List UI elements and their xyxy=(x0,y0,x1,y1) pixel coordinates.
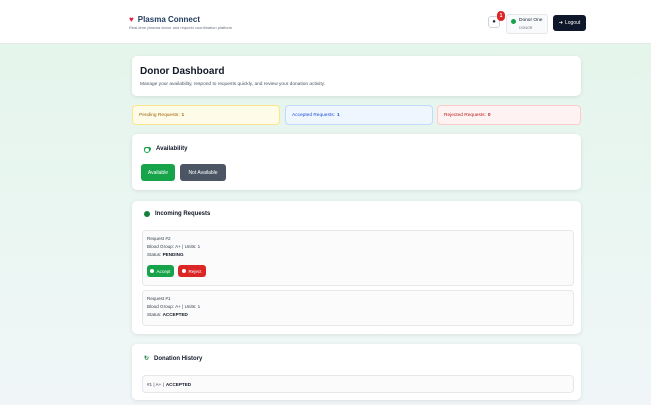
user-profile-chip[interactable]: Donor One DONOR xyxy=(506,14,548,34)
inbox-icon xyxy=(144,211,150,217)
pending-value: 1 xyxy=(181,112,185,118)
availability-heading: Availability xyxy=(156,146,188,152)
dashboard-header-card: Donor Dashboard Manage your availability… xyxy=(132,56,581,96)
accepted-value: 1 xyxy=(336,112,340,118)
bell-icon: ● xyxy=(492,19,496,25)
brand-title: ♥ Plasma Connect xyxy=(129,15,232,24)
available-button[interactable]: Available xyxy=(141,164,175,181)
availability-card: Availability Available Not Available xyxy=(132,134,581,190)
toggle-icon xyxy=(144,147,151,153)
top-navbar: ♥ Plasma Connect Real-time plasma donor … xyxy=(0,0,651,44)
user-role: DONOR xyxy=(519,26,533,30)
request-item: Request #2 Blood Group: A+ | Units: 1 St… xyxy=(142,230,574,286)
x-circle-icon xyxy=(182,269,187,273)
notification-badge: 1 xyxy=(497,11,505,21)
rejected-requests-stat: Rejected Requests: 0 xyxy=(437,105,581,125)
request-status: Status: ACCEPTED xyxy=(147,312,188,317)
logout-icon: ➜ xyxy=(558,20,563,26)
incoming-heading: Incoming Requests xyxy=(155,211,211,217)
history-heading: Donation History xyxy=(154,355,203,362)
availability-title: Availability xyxy=(144,146,188,153)
check-circle-icon xyxy=(150,269,155,273)
reject-button[interactable]: Reject xyxy=(178,265,206,277)
request-status: Status: PENDING xyxy=(147,252,184,257)
accept-label: Accept xyxy=(156,268,171,274)
request-status-label: Status: xyxy=(147,252,162,257)
request-details: Blood Group: A+ | Units: 1 xyxy=(147,304,201,309)
accepted-requests-stat: Accepted Requests: 1 xyxy=(285,105,433,125)
logout-button[interactable]: ➜ Logout xyxy=(553,15,586,31)
request-status-value: PENDING xyxy=(162,252,184,257)
logout-label: Logout xyxy=(564,20,581,26)
history-title: ↻ Donation History xyxy=(144,355,203,363)
accept-button[interactable]: Accept xyxy=(147,265,174,277)
rejected-value: 0 xyxy=(487,112,491,118)
user-icon xyxy=(511,19,516,24)
request-status-label: Status: xyxy=(147,312,162,317)
reject-label: Reject xyxy=(188,268,202,274)
history-entry-status: ACCEPTED xyxy=(165,381,192,387)
brand-name: Plasma Connect xyxy=(137,15,200,24)
request-id: Request #2 xyxy=(147,236,171,241)
incoming-title: Incoming Requests xyxy=(144,211,210,217)
history-icon: ↻ xyxy=(144,356,150,362)
accepted-label: Accepted Requests: xyxy=(292,112,335,118)
history-entry: #1 | A+ | ACCEPTED xyxy=(142,375,574,393)
pending-label: Pending Requests: xyxy=(139,112,180,118)
brand-subtitle: Real-time plasma donor and request coord… xyxy=(129,25,233,30)
request-item: Request #1 Blood Group: A+ | Units: 1 St… xyxy=(142,290,574,326)
heart-icon: ♥ xyxy=(129,14,134,24)
request-id: Request #1 xyxy=(147,296,171,301)
donation-history-card: ↻ Donation History #1 | A+ | ACCEPTED xyxy=(132,344,581,400)
request-details: Blood Group: A+ | Units: 1 xyxy=(147,244,201,249)
history-entry-prefix: #1 | A+ | xyxy=(147,381,164,387)
page-title: Donor Dashboard xyxy=(140,66,225,77)
page-description: Manage your availability, respond to req… xyxy=(140,82,326,87)
not-available-button[interactable]: Not Available xyxy=(180,164,226,181)
rejected-label: Rejected Requests: xyxy=(444,112,486,118)
request-status-value: ACCEPTED xyxy=(162,312,188,317)
pending-requests-stat: Pending Requests: 1 xyxy=(132,105,280,125)
user-name: Donor One xyxy=(519,18,543,23)
brand[interactable]: ♥ Plasma Connect Real-time plasma donor … xyxy=(129,15,232,30)
incoming-requests-card: Incoming Requests Request #2 Blood Group… xyxy=(132,201,581,334)
